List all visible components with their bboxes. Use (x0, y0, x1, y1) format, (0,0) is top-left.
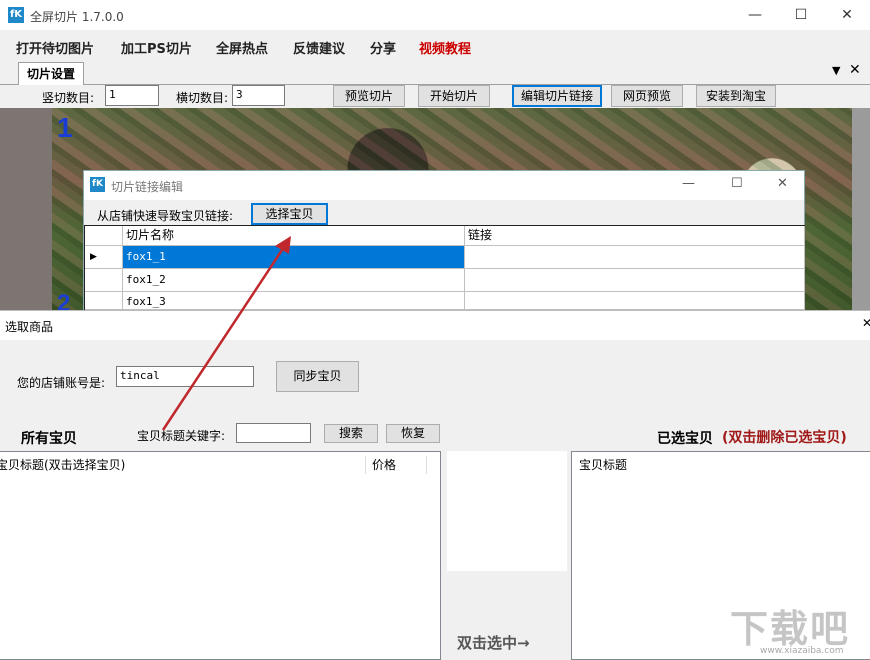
annotation-arrow (161, 236, 291, 431)
